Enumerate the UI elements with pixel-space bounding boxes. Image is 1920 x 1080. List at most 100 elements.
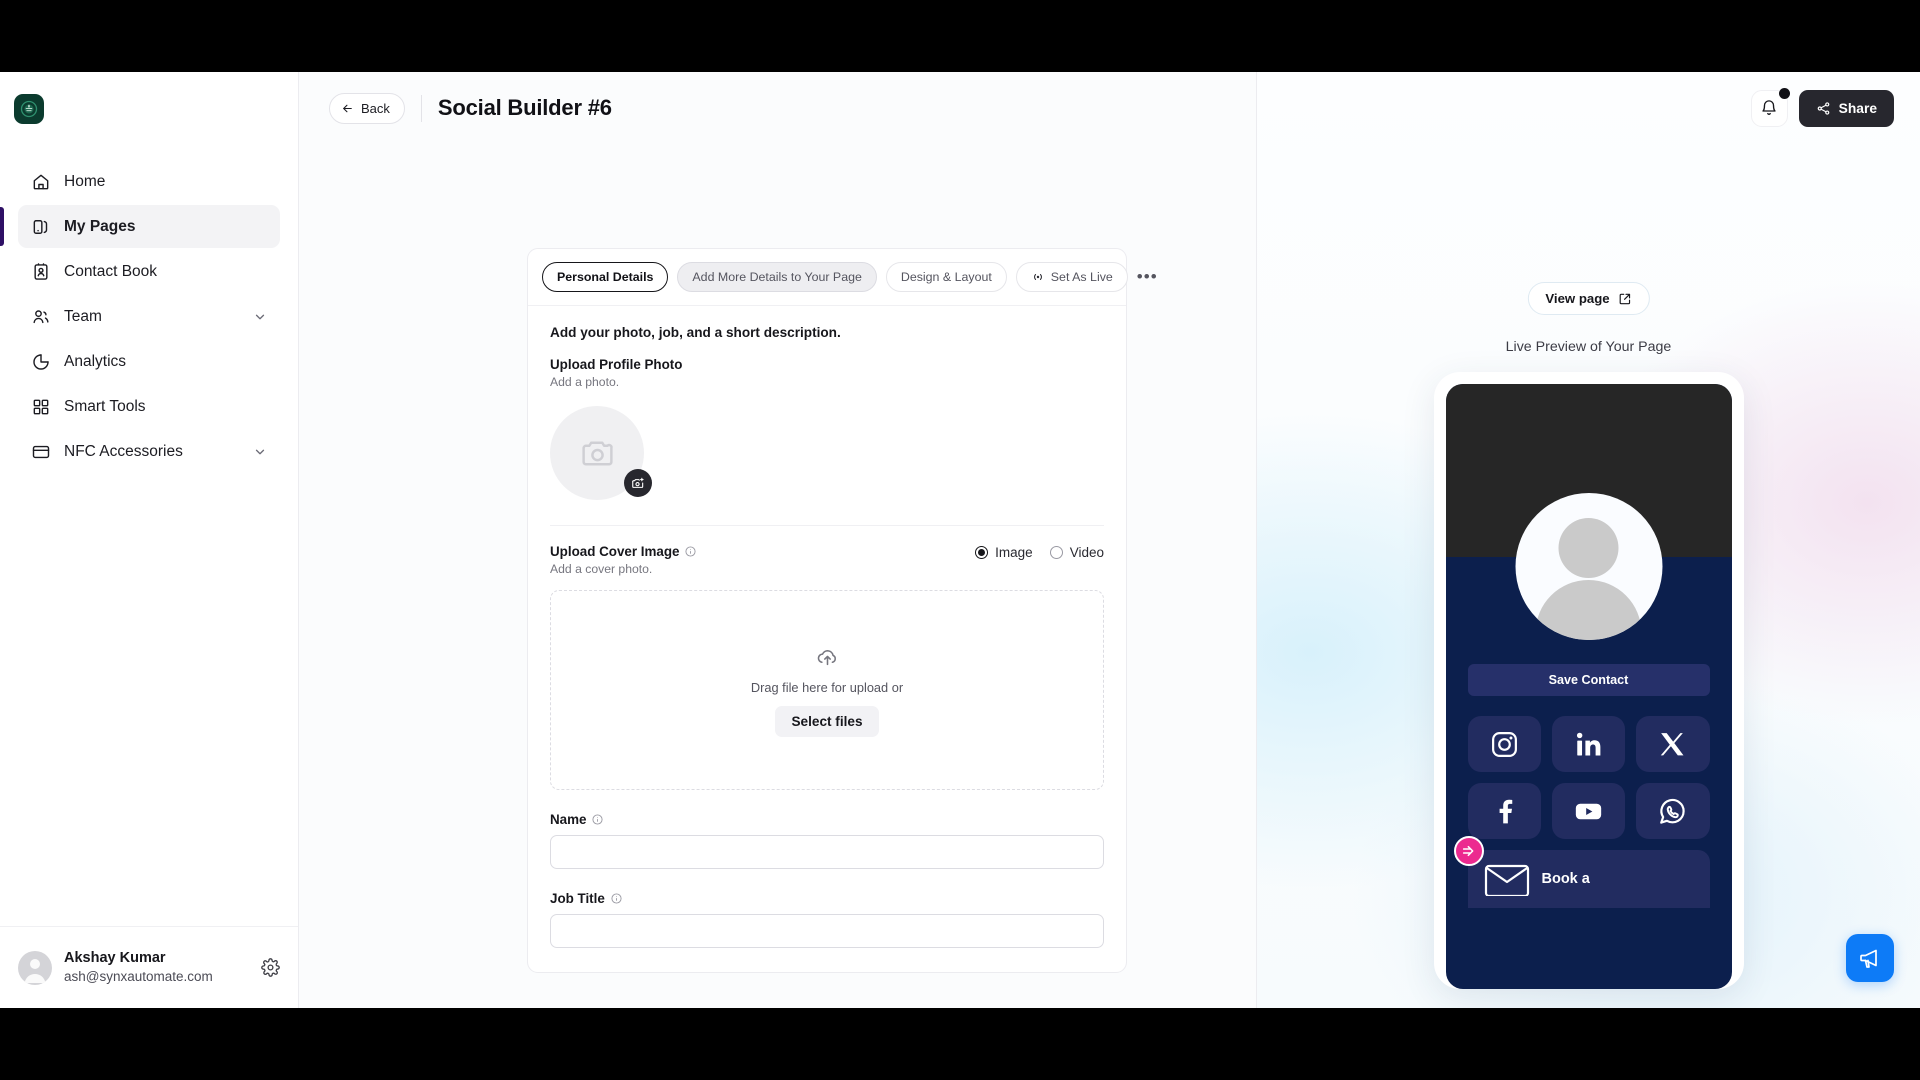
radio-video[interactable]: Video: [1049, 545, 1104, 560]
select-files-button[interactable]: Select files: [775, 705, 879, 737]
social-link-facebook[interactable]: [1467, 783, 1541, 839]
sidebar: Home My Pages Contact Book Team Analytic…: [0, 72, 299, 1008]
overflow-menu-button[interactable]: •••: [1137, 265, 1158, 289]
social-link-whatsapp[interactable]: [1636, 783, 1710, 839]
info-icon[interactable]: [685, 546, 697, 557]
user-account-card[interactable]: Akshay Kumar ash@synxautomate.com: [0, 926, 298, 1008]
radio-image[interactable]: Image: [975, 545, 1033, 560]
name-input[interactable]: [550, 835, 1104, 869]
announcement-chat-button[interactable]: [1846, 934, 1894, 982]
profile-photo-upload[interactable]: [550, 406, 652, 500]
back-button[interactable]: Back: [329, 92, 405, 124]
notification-wrapper[interactable]: [1750, 87, 1790, 127]
pages-icon: [33, 219, 48, 234]
field-job-title: Job Title: [550, 891, 1104, 948]
bell-icon: [1762, 100, 1776, 115]
whatsapp-icon: [1660, 798, 1686, 824]
topbar-divider: [420, 94, 422, 122]
save-contact-button[interactable]: Save Contact: [1467, 664, 1710, 696]
personal-details-card: Personal Details Add More Details to You…: [527, 248, 1157, 973]
logo-glyph: [20, 100, 38, 118]
sidebar-item-contact-book[interactable]: Contact Book: [18, 250, 280, 293]
cover-type-radio-group: Image Video: [975, 544, 1104, 560]
name-label: Name: [550, 812, 1104, 827]
job-title-input[interactable]: [550, 914, 1104, 948]
social-link-instagram[interactable]: [1467, 716, 1541, 772]
user-email: ash@synxautomate.com: [64, 969, 213, 985]
profile-photo-sub: Add a photo.: [550, 375, 620, 389]
preview-header-actions: Share: [1257, 72, 1920, 144]
sidebar-item-label: NFC Accessories: [64, 442, 183, 460]
chevron-down-icon[interactable]: [253, 310, 267, 324]
contact-book-icon: [34, 262, 48, 280]
tab-design-layout[interactable]: Design & Layout: [885, 262, 1007, 292]
job-title-label: Job Title: [550, 891, 1104, 906]
tab-add-more-details[interactable]: Add More Details to Your Page: [677, 262, 877, 292]
card-body: Add your photo, job, and a short descrip…: [528, 306, 1126, 972]
scroll-area[interactable]: Personal Details Add More Details to You…: [299, 144, 1256, 1008]
share-button-label: Share: [1838, 100, 1877, 116]
page-title: Social Builder #6: [437, 95, 612, 120]
back-button-label: Back: [361, 100, 390, 116]
profile-photo-label-text: Upload Profile Photo: [550, 357, 683, 372]
main-content: Back Social Builder #6 Personal Details …: [299, 72, 1256, 1008]
profile-photo-label: Upload Profile Photo: [550, 357, 1104, 372]
radio-dot[interactable]: [1049, 546, 1063, 559]
instagram-icon: [1491, 731, 1517, 757]
info-icon[interactable]: [592, 814, 604, 825]
dropzone-text: Drag file here for upload or: [750, 679, 904, 695]
cover-image-group: Upload Cover Image Add a cover photo. Im…: [550, 544, 1104, 790]
cover-image-dropzone[interactable]: Drag file here for upload or Select file…: [550, 590, 1104, 790]
gear-icon[interactable]: [261, 958, 280, 977]
home-icon: [33, 174, 49, 189]
camera-plus-icon: [632, 477, 644, 488]
live-preview-panel: Share View page Live Preview of Your Pag…: [1256, 72, 1920, 1008]
section-heading: Add your photo, job, and a short descrip…: [550, 325, 841, 340]
avatar-head: [1558, 518, 1619, 578]
x-twitter-icon: [1661, 732, 1684, 755]
info-icon[interactable]: [611, 893, 622, 904]
logo-container[interactable]: [0, 72, 298, 124]
sidebar-item-label: Analytics: [64, 352, 127, 370]
sidebar-item-home[interactable]: Home: [18, 160, 280, 203]
starbucks-logo[interactable]: [14, 94, 44, 124]
book-a-meeting-row[interactable]: Book a: [1467, 850, 1710, 908]
tab-personal-details[interactable]: Personal Details: [542, 262, 669, 292]
phone-mockup: Save Contact Book a: [1433, 372, 1744, 989]
preview-caption: Live Preview of Your Page: [1505, 339, 1672, 355]
sidebar-item-nfc-accessories[interactable]: NFC Accessories: [18, 430, 280, 473]
arrow-in-circle-icon[interactable]: [1453, 836, 1484, 866]
sidebar-nav: Home My Pages Contact Book Team Analytic…: [0, 160, 298, 473]
social-link-youtube[interactable]: [1551, 783, 1626, 839]
user-name: Akshay Kumar: [64, 949, 166, 966]
sidebar-item-team[interactable]: Team: [18, 295, 280, 338]
notification-badge: [1778, 87, 1790, 99]
avatar: [18, 950, 52, 985]
letterbox-top: [0, 0, 1920, 72]
tab-label: Add More Details to Your Page: [692, 270, 862, 284]
set-as-live-button[interactable]: Set As Live: [1015, 262, 1128, 292]
sidebar-item-smart-tools[interactable]: Smart Tools: [18, 385, 280, 428]
social-link-linkedin[interactable]: [1551, 716, 1626, 772]
view-page-button[interactable]: View page: [1527, 282, 1650, 315]
chevron-down-icon[interactable]: [253, 445, 267, 459]
profile-photo-group: Upload Profile Photo Add a photo.: [550, 357, 1104, 500]
tab-label: Design & Layout: [900, 270, 992, 284]
analytics-icon: [33, 353, 49, 370]
cover-image-label: Upload Cover Image: [550, 544, 697, 559]
sidebar-item-label: Team: [64, 307, 102, 325]
sidebar-item-label: Contact Book: [64, 262, 158, 280]
social-links-grid: [1467, 716, 1710, 839]
change-photo-badge[interactable]: [624, 469, 652, 497]
share-button[interactable]: Share: [1798, 89, 1894, 127]
radio-dot-selected[interactable]: [975, 546, 989, 559]
tab-bar: Personal Details Add More Details to You…: [528, 249, 1157, 306]
cloud-upload-icon: [817, 649, 836, 665]
social-link-x-twitter[interactable]: [1636, 716, 1710, 772]
sidebar-item-analytics[interactable]: Analytics: [18, 340, 280, 383]
radio-video-label: Video: [1069, 545, 1104, 560]
content-topbar: Back Social Builder #6: [299, 72, 1256, 144]
sidebar-item-my-pages[interactable]: My Pages: [0, 205, 280, 248]
job-title-label-text: Job Title: [550, 891, 605, 906]
section-divider: [550, 525, 1104, 526]
